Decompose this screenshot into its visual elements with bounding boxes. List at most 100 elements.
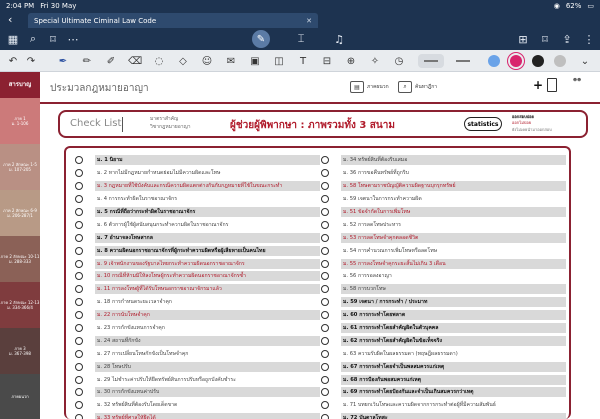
sidebar-tab[interactable]: ภาค 1 ม. 1-106 bbox=[0, 98, 40, 144]
ruler-tool-icon[interactable]: ⊟ bbox=[320, 54, 334, 68]
checklist-radio[interactable] bbox=[321, 401, 329, 410]
comment-tool-icon[interactable]: ✉ bbox=[224, 54, 238, 68]
checklist-radio[interactable] bbox=[321, 246, 329, 255]
pen-tool-icon[interactable]: ✒ bbox=[56, 54, 70, 68]
checklist-radio[interactable] bbox=[75, 169, 83, 178]
document-tab[interactable]: Special Ultimate Ciminal Law Code ✕ bbox=[28, 13, 318, 28]
laser-tool-icon[interactable]: ✧ bbox=[368, 54, 382, 68]
checklist-radio[interactable] bbox=[75, 208, 83, 216]
checklist-radio[interactable] bbox=[75, 182, 83, 191]
checklist-radio[interactable] bbox=[75, 401, 83, 410]
checklist-radio[interactable] bbox=[321, 182, 329, 191]
checklist-radio[interactable] bbox=[321, 169, 329, 178]
sidebar-tab[interactable]: ภาค 2 ลักษณะ 12-13 ม. 334-366/4 bbox=[0, 282, 40, 328]
close-tab-icon[interactable]: ✕ bbox=[306, 17, 312, 25]
checklist-label: ม. 10 กรณีที่ห้ามมิให้ลงโทษผู้กระทำความผ… bbox=[95, 271, 320, 282]
undo-icon[interactable]: ↶ bbox=[6, 54, 20, 68]
grid-icon[interactable]: ▦ bbox=[6, 32, 20, 46]
sidebar-tab[interactable]: ภาค 2 ลักษณะ 1-5 ม. 107-205 bbox=[0, 144, 40, 190]
more-icon[interactable]: ⋯ bbox=[66, 32, 80, 46]
checklist-radio[interactable] bbox=[321, 362, 329, 371]
highlighter-tool-icon[interactable]: ✐ bbox=[104, 54, 118, 68]
checklist-radio[interactable] bbox=[321, 208, 329, 216]
textbox-tool-icon[interactable]: T bbox=[296, 54, 310, 68]
checklist-radio[interactable] bbox=[75, 311, 83, 320]
microphone-icon[interactable]: ♫ bbox=[332, 32, 346, 46]
redo-icon[interactable]: ↷ bbox=[24, 54, 38, 68]
checklist-radio[interactable] bbox=[75, 195, 83, 204]
pencil-tool-icon[interactable]: ✏ bbox=[80, 54, 94, 68]
collapse-toolbar-icon[interactable]: ⌄ bbox=[578, 54, 592, 68]
checklist-radio[interactable] bbox=[75, 156, 83, 165]
checklist-radio[interactable] bbox=[321, 349, 329, 358]
sidebar-tab[interactable]: ภาค 2 ลักษณะ 6-9 ม. 206-287/1 bbox=[0, 190, 40, 236]
checklist-radio[interactable] bbox=[75, 298, 83, 307]
eraser-tool-icon[interactable]: ⌫ bbox=[128, 54, 142, 68]
checklist-radio[interactable] bbox=[75, 259, 83, 268]
checklist-label: ม. 61 การกระทำโดยสำคัญผิดในตัวบุคคล bbox=[341, 323, 566, 334]
checklist-radio[interactable] bbox=[75, 324, 83, 333]
checklist-radio[interactable] bbox=[321, 388, 329, 397]
search-icon[interactable]: ⌕ bbox=[26, 32, 40, 46]
line-style-thin[interactable] bbox=[418, 54, 444, 68]
color-swatch-blue[interactable] bbox=[488, 55, 500, 67]
timer-tool-icon[interactable]: ◷ bbox=[392, 54, 406, 68]
line-style-medium[interactable] bbox=[450, 54, 476, 68]
search-dika-button[interactable]: ⌕ ค้นหาฎีกา bbox=[398, 79, 437, 95]
bookmark-outline-icon[interactable]: ⌑ bbox=[538, 32, 552, 46]
checklist-radio[interactable] bbox=[75, 375, 83, 384]
checklist-radio[interactable] bbox=[321, 324, 329, 333]
image-tool-icon[interactable]: ▣ bbox=[248, 54, 262, 68]
checklist-radio[interactable] bbox=[75, 349, 83, 358]
appendix-button[interactable]: ▤ ภาคผนวก bbox=[350, 79, 389, 95]
checklist-radio[interactable] bbox=[75, 272, 83, 281]
share-icon[interactable]: ⇪ bbox=[560, 32, 574, 46]
lasso-tool-icon[interactable]: ◌ bbox=[152, 54, 166, 68]
zoom-tool-icon[interactable]: ⊕ bbox=[344, 54, 358, 68]
checklist-radio[interactable] bbox=[321, 414, 329, 419]
checklist-radio[interactable] bbox=[321, 233, 329, 242]
checklist-radio[interactable] bbox=[75, 220, 83, 229]
checklist-label: ม. 58 โทษตามราชบัญญัติความผิดฐานบุกรุกทร… bbox=[341, 181, 566, 192]
checklist-radio[interactable] bbox=[75, 233, 83, 242]
camera-tool-icon[interactable]: ◫ bbox=[272, 54, 286, 68]
shapes-tool-icon[interactable]: ◇ bbox=[176, 54, 190, 68]
sidebar-tab[interactable]: ภาคผนวก bbox=[0, 374, 40, 419]
checklist-radio[interactable] bbox=[321, 195, 329, 204]
checklist-row: ม. 52 การลดโทษประหาร bbox=[318, 218, 566, 231]
checklist-radio[interactable] bbox=[75, 246, 83, 255]
color-swatch-black[interactable] bbox=[532, 55, 544, 67]
color-swatch-gray[interactable] bbox=[554, 55, 566, 67]
statistics-button[interactable]: statistics bbox=[464, 117, 502, 131]
checklist-label: ม. 63 ความรับผิดในผลธรรมดา (ทฤษฎีผลธรรมด… bbox=[343, 350, 458, 357]
checklist-radio[interactable] bbox=[321, 285, 329, 294]
sidebar-tab[interactable]: ภาค 3 ม. 367-398 bbox=[0, 328, 40, 374]
checklist-radio[interactable] bbox=[321, 272, 329, 281]
checklist-radio[interactable] bbox=[75, 388, 83, 397]
checklist-radio[interactable] bbox=[75, 285, 83, 294]
document-icon[interactable] bbox=[547, 78, 557, 92]
text-cursor-icon[interactable]: ⌶ bbox=[294, 32, 308, 46]
checklist-radio[interactable] bbox=[75, 362, 83, 371]
add-page-icon[interactable]: ⊞ bbox=[516, 32, 530, 46]
status-date: Fri 30 May bbox=[40, 2, 77, 10]
checklist-radio[interactable] bbox=[321, 336, 329, 345]
bookmark-icon[interactable]: ⌑ bbox=[46, 32, 60, 46]
checklist-main-title: ผู้ช่วยผู้พิพากษา : ภาพรวมทั้ง 3 สนาม bbox=[230, 120, 395, 131]
sidebar-tab[interactable]: สารบาญ bbox=[0, 72, 40, 98]
sidebar-tab[interactable]: ภาค 2 ลักษณะ 10-11 ม. 288-333 bbox=[0, 236, 40, 282]
checklist-radio[interactable] bbox=[321, 298, 329, 307]
checklist-radio[interactable] bbox=[321, 311, 329, 320]
plus-icon[interactable]: + bbox=[533, 78, 543, 92]
checklist-radio[interactable] bbox=[321, 259, 329, 268]
checklist-radio[interactable] bbox=[321, 375, 329, 384]
pen-mode-icon[interactable]: ✎ bbox=[252, 30, 270, 48]
checklist-radio[interactable] bbox=[321, 220, 329, 229]
menu-more-icon[interactable]: ⋮ bbox=[582, 32, 596, 46]
back-icon[interactable]: ‹ bbox=[8, 13, 12, 26]
checklist-radio[interactable] bbox=[75, 414, 83, 419]
color-swatch-magenta[interactable] bbox=[510, 55, 522, 67]
checklist-radio[interactable] bbox=[75, 336, 83, 345]
sticker-tool-icon[interactable]: ☺ bbox=[200, 54, 214, 68]
checklist-radio[interactable] bbox=[321, 156, 329, 165]
